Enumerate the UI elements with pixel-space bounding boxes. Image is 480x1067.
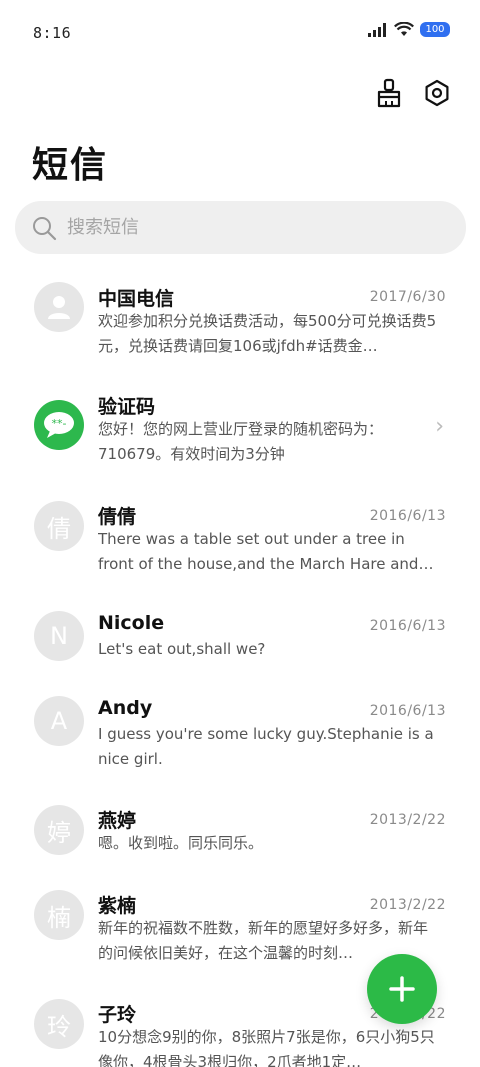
message-item[interactable]: 倩 倩倩 2016/6/13 There was a table set out… <box>0 490 480 600</box>
avatar <box>34 282 84 332</box>
message-item[interactable]: A Andy 2016/6/13 I guess you're some luc… <box>0 685 480 795</box>
search-bar[interactable] <box>15 201 466 254</box>
clean-button[interactable] <box>374 78 404 108</box>
battery-indicator: 100 <box>420 22 450 37</box>
plus-icon <box>389 976 415 1002</box>
message-preview: Let's eat out,shall we? <box>98 640 266 658</box>
avatar: 倩 <box>34 501 84 551</box>
status-time: 8:16 <box>33 24 72 42</box>
svg-text:**-: **- <box>52 417 67 430</box>
message-item[interactable]: **- 验证码 您好！您的网上营业厅登录的随机密码为：710679。有效时间为3… <box>0 380 480 490</box>
top-actions <box>374 78 452 108</box>
message-date: 2013/2/22 <box>369 897 446 913</box>
settings-icon <box>425 79 449 107</box>
avatar: 楠 <box>34 890 84 940</box>
search-icon <box>33 216 57 240</box>
message-sender: Andy <box>98 697 153 719</box>
message-date: 2016/6/13 <box>369 703 446 719</box>
chevron-right-icon: › <box>435 414 444 439</box>
avatar: N <box>34 611 84 661</box>
signal-icon <box>368 22 386 37</box>
message-sender: 验证码 <box>98 396 156 418</box>
page-title: 短信 <box>32 144 109 186</box>
message-sender: Nicole <box>98 612 165 634</box>
avatar: 婷 <box>34 805 84 855</box>
chat-bubble-icon: **- <box>44 412 74 438</box>
avatar: A <box>34 696 84 746</box>
message-date: 2017/6/30 <box>369 289 446 305</box>
message-preview: 您好！您的网上营业厅登录的随机密码为：710679。有效时间为3分钟 <box>98 420 384 463</box>
message-item[interactable]: 婷 燕婷 2013/2/22 嗯。收到啦。同乐同乐。 <box>0 795 480 880</box>
settings-button[interactable] <box>422 78 452 108</box>
person-icon <box>48 296 70 319</box>
message-preview: 嗯。收到啦。同乐同乐。 <box>98 834 264 852</box>
message-sender: 倩倩 <box>98 506 137 528</box>
new-message-button[interactable] <box>367 954 437 1024</box>
message-preview: 欢迎参加积分兑换话费活动，每500分可兑换话费5元，兑换话费请回复106或jfd… <box>98 312 437 355</box>
status-bar: 8:16 100 <box>0 0 480 64</box>
message-sender: 中国电信 <box>98 288 175 310</box>
message-date: 2016/6/13 <box>369 618 446 634</box>
message-date: 2013/2/22 <box>369 812 446 828</box>
message-item[interactable]: 中国电信 2017/6/30 欢迎参加积分兑换话费活动，每500分可兑换话费5元… <box>0 270 480 380</box>
message-sender: 紫楠 <box>98 895 137 917</box>
search-input[interactable] <box>67 217 427 238</box>
broom-icon <box>377 78 401 108</box>
avatar: 玲 <box>34 999 84 1049</box>
message-list: 中国电信 2017/6/30 欢迎参加积分兑换话费活动，每500分可兑换话费5元… <box>0 270 480 1067</box>
message-preview: There was a table set out under a tree i… <box>98 530 419 573</box>
avatar: **- <box>34 400 84 450</box>
wifi-icon <box>394 22 414 36</box>
message-date: 2016/6/13 <box>369 508 446 524</box>
status-icons: 100 <box>368 22 450 37</box>
message-preview: 10分想念9别的你，8张照片7张是你，6只小狗5只像你，4根骨头3根归你，2爪者… <box>98 1028 435 1067</box>
message-sender: 子玲 <box>98 1004 137 1026</box>
message-preview: I guess you're some lucky guy.Stephanie … <box>98 725 434 768</box>
message-sender: 燕婷 <box>98 810 137 832</box>
message-item[interactable]: N Nicole 2016/6/13 Let's eat out,shall w… <box>0 600 480 685</box>
